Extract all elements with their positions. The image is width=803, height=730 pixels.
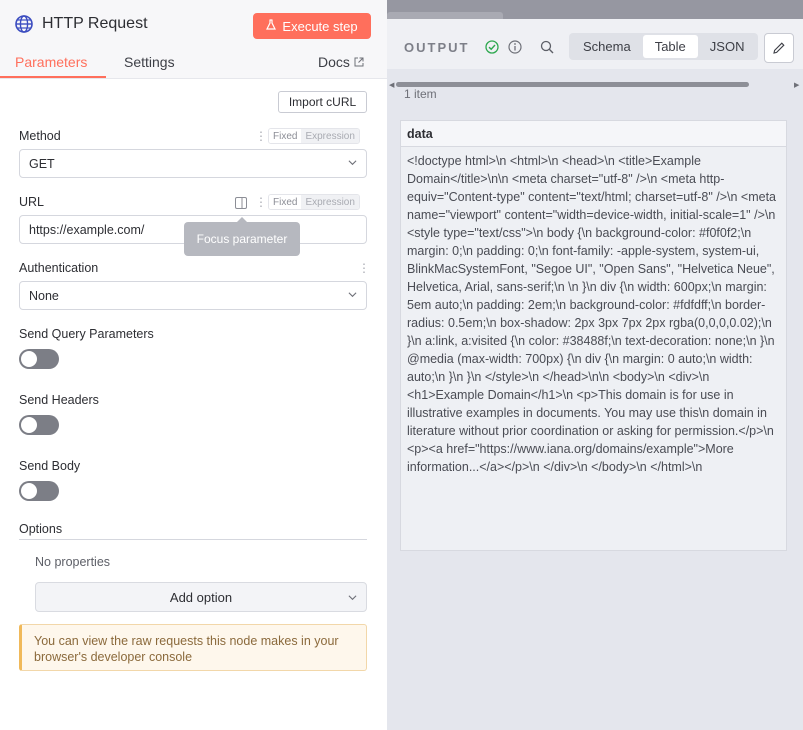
scroll-right-arrow-icon[interactable]: ▶ — [794, 81, 799, 89]
horizontal-scrollbar[interactable] — [396, 82, 749, 87]
add-option-button[interactable]: Add option — [35, 582, 367, 612]
send-headers-label: Send Headers — [19, 393, 99, 407]
execute-step-label: Execute step — [282, 18, 358, 34]
expression-option[interactable]: Expression — [301, 195, 359, 209]
view-schema-button[interactable]: Schema — [571, 35, 643, 58]
flask-icon — [266, 19, 277, 33]
chevron-down-icon — [348, 292, 357, 298]
globe-icon — [14, 14, 34, 34]
view-json-button[interactable]: JSON — [698, 35, 757, 58]
authentication-select[interactable]: None — [19, 281, 367, 310]
chevron-down-icon — [348, 595, 357, 601]
send-body-label: Send Body — [19, 459, 81, 473]
fixed-option[interactable]: Fixed — [269, 195, 302, 209]
tab-settings[interactable]: Settings — [124, 54, 175, 70]
method-options-icon[interactable]: ⋮ — [255, 130, 267, 142]
method-select[interactable]: GET — [19, 149, 367, 178]
send-body-toggle[interactable] — [19, 481, 59, 501]
url-value: https://example.com/ — [29, 222, 145, 237]
edit-output-button[interactable] — [764, 33, 794, 63]
pencil-icon — [773, 42, 785, 54]
active-tab-indicator — [0, 76, 106, 78]
method-fixed-expression-toggle[interactable]: Fixed Expression — [268, 128, 360, 144]
chevron-down-icon — [348, 160, 357, 166]
expression-option[interactable]: Expression — [301, 129, 359, 143]
focus-panel-icon[interactable] — [235, 196, 247, 214]
tab-parameters[interactable]: Parameters — [15, 54, 87, 70]
authentication-options-icon[interactable]: ⋮ — [358, 262, 370, 274]
success-check-icon — [485, 40, 499, 54]
method-label: Method — [19, 129, 61, 143]
node-title-row: HTTP Request — [14, 14, 148, 34]
panel-tabs: Parameters Settings Docs — [0, 52, 387, 79]
item-count: 1 item — [404, 87, 437, 101]
column-header-data: data — [401, 121, 786, 147]
output-header: OUTPUT Schema Table JSON ◀ ▶ — [387, 19, 803, 89]
search-icon[interactable] — [540, 40, 554, 54]
view-table-button[interactable]: Table — [642, 35, 698, 58]
url-label: URL — [19, 195, 45, 209]
execute-step-button[interactable]: Execute step — [253, 13, 371, 39]
options-label: Options — [19, 522, 63, 536]
send-query-parameters-toggle[interactable] — [19, 349, 59, 369]
output-title: OUTPUT — [404, 40, 470, 55]
authentication-label: Authentication — [19, 261, 99, 275]
panel-header: HTTP Request Execute step Parameters Set… — [0, 0, 387, 79]
scroll-left-arrow-icon[interactable]: ◀ — [389, 81, 394, 89]
output-panel: OUTPUT Schema Table JSON ◀ ▶ 1 item data… — [387, 0, 803, 730]
output-view-switcher: Schema Table JSON — [569, 33, 759, 60]
options-divider — [19, 539, 367, 540]
url-options-icon[interactable]: ⋮ — [255, 196, 267, 208]
toggle-knob — [21, 483, 37, 499]
send-query-parameters-label: Send Query Parameters — [19, 327, 154, 341]
toggle-knob — [21, 351, 37, 367]
focus-parameter-tooltip: Focus parameter — [184, 217, 300, 256]
app-root: HTTP Request Execute step Parameters Set… — [0, 0, 803, 730]
fixed-option[interactable]: Fixed — [269, 129, 302, 143]
info-icon[interactable] — [508, 40, 522, 54]
docs-label: Docs — [318, 54, 350, 70]
output-table: data <!doctype html>\n <html>\n <head>\n… — [400, 120, 787, 551]
toggle-knob — [21, 417, 37, 433]
developer-console-notice: You can view the raw requests this node … — [19, 624, 367, 671]
add-option-label: Add option — [169, 589, 233, 605]
no-properties-text: No properties — [35, 555, 111, 569]
url-fixed-expression-toggle[interactable]: Fixed Expression — [268, 194, 360, 210]
node-title[interactable]: HTTP Request — [42, 15, 148, 33]
docs-link[interactable]: Docs — [318, 54, 364, 70]
send-headers-toggle[interactable] — [19, 415, 59, 435]
external-link-icon — [354, 54, 364, 70]
method-value: GET — [29, 156, 55, 171]
node-parameters-panel: HTTP Request Execute step Parameters Set… — [0, 0, 387, 730]
table-cell-data[interactable]: <!doctype html>\n <html>\n <head>\n <tit… — [407, 152, 783, 476]
import-curl-button[interactable]: Import cURL — [278, 91, 367, 113]
authentication-value: None — [29, 288, 59, 303]
